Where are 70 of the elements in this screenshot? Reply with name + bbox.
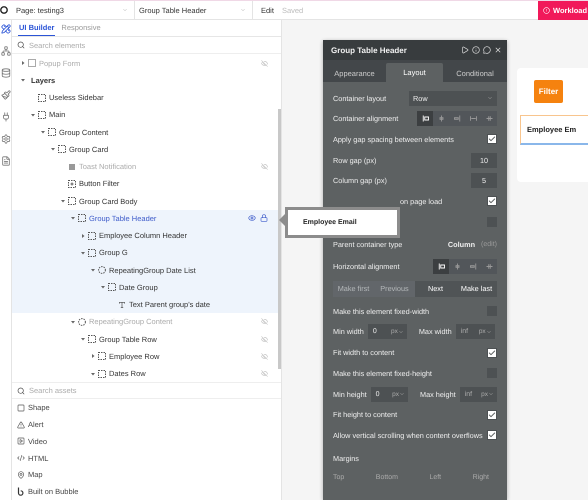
lock-icon[interactable]	[260, 214, 268, 222]
alignment-button[interactable]	[433, 258, 449, 274]
expanded-caret-icon[interactable]	[71, 216, 75, 220]
search-icon	[17, 41, 25, 50]
expanded-caret-icon[interactable]	[61, 199, 65, 204]
database-icon[interactable]	[1, 68, 11, 78]
square-icon	[17, 404, 25, 412]
collapsed-caret-icon[interactable]	[21, 61, 25, 66]
repeating-group-icon	[98, 266, 106, 274]
alignment-icon	[452, 262, 462, 271]
alignment-icon	[484, 114, 494, 124]
checkbox[interactable]	[487, 196, 497, 206]
sitemap-icon[interactable]	[1, 46, 11, 56]
caret-icon	[488, 391, 494, 398]
alignment-icon	[468, 262, 478, 271]
expanded-caret-icon[interactable]	[21, 78, 25, 82]
expanded-caret-icon[interactable]	[91, 268, 95, 272]
button-element-icon	[68, 180, 76, 188]
group-icon	[98, 370, 106, 378]
plug-icon[interactable]	[1, 112, 11, 122]
alignment-icon	[468, 114, 478, 124]
alignment-button[interactable]	[417, 111, 433, 126]
expanded-caret-icon[interactable]	[81, 337, 85, 342]
checkbox[interactable]	[487, 134, 497, 144]
close-icon[interactable]	[494, 46, 502, 54]
expanded-caret-icon[interactable]	[31, 112, 35, 117]
alert-icon	[543, 6, 550, 14]
alignment-icon	[452, 114, 462, 124]
document-icon[interactable]	[1, 156, 11, 166]
alignment-icon	[436, 262, 446, 271]
caret-icon	[398, 328, 404, 335]
search-icon	[17, 386, 25, 395]
alignment-icon	[420, 114, 430, 124]
pencil-ruler-icon[interactable]	[1, 24, 11, 34]
info-icon[interactable]	[472, 46, 480, 54]
checkbox[interactable]	[487, 348, 497, 358]
eye-icon[interactable]	[248, 214, 256, 222]
alignment-icon	[436, 114, 446, 124]
popup-icon	[28, 59, 36, 68]
code-icon	[17, 454, 25, 462]
caret-icon	[487, 95, 493, 102]
expanded-caret-icon[interactable]	[51, 147, 55, 152]
scrollbar[interactable]	[278, 109, 281, 370]
text-element-icon	[118, 300, 126, 309]
collapsed-caret-icon[interactable]	[91, 354, 95, 358]
panel-title: Group Table Header	[331, 46, 407, 54]
warning-icon	[17, 420, 25, 429]
alignment-icon	[484, 262, 494, 271]
group-icon	[108, 283, 116, 292]
expanded-caret-icon[interactable]	[101, 285, 105, 290]
expanded-caret-icon[interactable]	[41, 130, 45, 134]
bubble-logo-icon	[17, 487, 25, 496]
caret-icon	[486, 328, 492, 335]
video-icon	[17, 437, 25, 446]
collapsed-caret-icon[interactable]	[81, 234, 85, 238]
expanded-caret-icon[interactable]	[71, 320, 75, 324]
expanded-caret-icon[interactable]	[91, 372, 95, 376]
settings-icon[interactable]	[1, 134, 11, 144]
map-pin-icon	[17, 470, 25, 479]
checkbox[interactable]	[487, 410, 497, 420]
comment-icon[interactable]	[483, 46, 491, 54]
repeating-group-icon	[78, 318, 86, 326]
expanded-caret-icon[interactable]	[81, 250, 85, 255]
checkbox[interactable]	[487, 430, 497, 440]
element-icon	[68, 162, 76, 171]
caret-icon	[398, 391, 405, 398]
caret-icon	[240, 7, 246, 13]
brush-icon[interactable]	[1, 90, 11, 100]
play-icon[interactable]	[461, 46, 469, 54]
caret-icon	[122, 7, 128, 13]
